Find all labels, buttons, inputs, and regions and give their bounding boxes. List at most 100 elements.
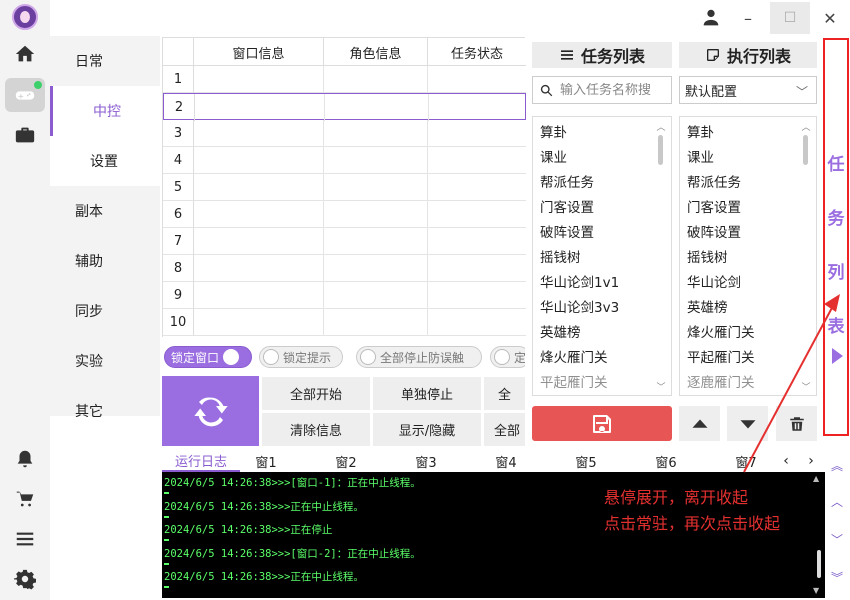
list-item[interactable]: 烽火雁门关 [687,318,755,343]
tab-window-4[interactable]: 窗4 [486,450,526,472]
table-cell[interactable] [194,255,324,282]
exec-list-scrollbar[interactable] [803,135,808,165]
nav-item-central-control[interactable]: 中控 [50,86,160,136]
list-item[interactable]: 算卦 [540,118,567,143]
scroll-up-icon[interactable]: ︿ [830,494,844,509]
briefcase-icon[interactable] [0,118,50,152]
table-cell[interactable] [194,174,324,201]
list-item[interactable]: 破阵设置 [540,218,594,243]
table-row[interactable]: 1 [163,66,526,93]
column-task-status[interactable]: 任务状态 [428,38,526,66]
list-item[interactable]: 课业 [540,143,567,168]
table-cell[interactable] [194,309,324,336]
tab-prev-icon[interactable]: ‹ [777,450,795,472]
list-item[interactable]: 平起雁门关 [687,343,755,368]
table-cell[interactable] [428,228,526,255]
table-cell[interactable] [429,94,527,121]
collapse-up-double-icon[interactable]: ︽ [830,458,844,473]
log-console[interactable]: ▲ ▼ 悬停展开，离开收起 点击常驻，再次点击收起 2024/6/5 14:26… [162,472,825,598]
tab-window-5[interactable]: 窗5 [566,450,606,472]
cart-icon[interactable] [0,482,50,516]
table-cell[interactable] [194,66,324,93]
table-cell[interactable] [324,147,428,174]
delete-button[interactable] [776,406,817,441]
nav-item-other[interactable]: 其它 [75,386,160,436]
table-cell[interactable] [428,255,526,282]
table-cell[interactable] [324,201,428,228]
menu-icon[interactable] [0,522,50,556]
bell-icon[interactable] [0,442,50,476]
table-cell[interactable] [428,66,526,93]
tab-window-6[interactable]: 窗6 [646,450,686,472]
tab-window-3[interactable]: 窗3 [406,450,446,472]
task-list-scroll-up-icon[interactable]: ︿ [656,121,666,133]
table-cell[interactable] [324,255,428,282]
table-row[interactable]: 2 [163,93,527,121]
table-cell[interactable] [194,147,324,174]
table-cell[interactable] [428,309,526,336]
move-down-button[interactable] [727,406,768,441]
toggle-3[interactable]: 全部停止防误触 [356,346,482,368]
list-item[interactable]: 摇钱树 [540,243,581,268]
refresh-button[interactable] [162,376,259,446]
task-list-scrollbar[interactable] [658,135,663,165]
table-cell[interactable] [195,94,325,121]
list-item[interactable]: 华山论剑 [687,268,741,293]
table-cell[interactable] [324,174,428,201]
table-row[interactable]: 9 [163,282,526,309]
console-scroll-up-icon[interactable]: ▲ [813,474,823,484]
console-scroll-down-icon[interactable]: ▼ [813,586,823,596]
tab-window-1[interactable]: 窗1 [246,450,286,472]
table-cell[interactable] [325,94,429,121]
list-item[interactable]: 课业 [687,143,714,168]
exec-list-scroll-up-icon[interactable]: ︿ [801,121,811,133]
toggle-1[interactable]: 锁定窗口 [164,346,252,368]
all-action-button[interactable]: 全 [484,377,525,410]
show-hide-button[interactable]: 显示/隐藏 [373,413,481,446]
collapse-down-double-icon[interactable]: ︾ [830,570,844,585]
table-row[interactable]: 7 [163,228,526,255]
table-cell[interactable] [194,228,324,255]
home-icon[interactable] [0,37,50,71]
stop-single-button[interactable]: 单独停止 [373,377,481,410]
table-row[interactable]: 8 [163,255,526,282]
list-item[interactable]: 算卦 [687,118,714,143]
column-window-info[interactable]: 窗口信息 [194,38,324,66]
list-item[interactable]: 破阵设置 [687,218,741,243]
table-cell[interactable] [428,282,526,309]
config-select[interactable]: 默认配置 ﹀ [679,76,817,104]
exec-list-scroll-down-icon[interactable]: ﹀ [801,381,811,393]
toggle-2[interactable]: 锁定提示 [259,346,343,368]
list-item[interactable]: 摇钱树 [687,243,728,268]
move-up-button[interactable] [679,406,720,441]
expand-arrow-icon[interactable] [832,348,843,364]
nav-item-experiment[interactable]: 实验 [75,336,160,386]
list-item[interactable]: 烽火雁门关 [540,343,608,368]
clear-info-button[interactable]: 清除信息 [262,413,370,446]
nav-item-assist[interactable]: 辅助 [75,236,160,286]
minimize-button[interactable]: – [730,2,766,34]
save-button[interactable] [532,406,672,441]
all-secondary-button[interactable]: 全部 [484,413,525,446]
gear-icon[interactable] [0,562,50,596]
list-item[interactable]: 帮派任务 [687,168,741,193]
table-cell[interactable] [324,309,428,336]
tab-window-7[interactable]: 窗7 [726,450,766,472]
nav-item-settings[interactable]: 设置 [50,136,160,186]
table-cell[interactable] [324,66,428,93]
exec-list[interactable]: ︿ ﹀ 算卦 课业 帮派任务 门客设置 破阵设置 摇钱树 华山论剑 英雄榜 烽火雁门关 平起雁门关… [679,116,817,396]
gamepad-icon[interactable] [5,78,45,112]
console-scrollbar[interactable] [817,550,821,578]
task-list-scroll-down-icon[interactable]: ﹀ [656,381,666,393]
table-row[interactable]: 3 [163,120,526,147]
nav-item-daily[interactable]: 日常 [75,36,160,86]
table-cell[interactable] [428,120,526,147]
table-cell[interactable] [428,174,526,201]
task-list-drawer-tab[interactable]: 任务列表 [823,38,849,436]
user-icon[interactable] [696,2,726,34]
list-item[interactable]: 华山论剑1v1 [540,268,619,293]
task-search-input[interactable] [560,82,666,98]
list-item[interactable]: 帮派任务 [540,168,594,193]
tab-log[interactable]: 运行日志 [162,450,240,472]
table-row[interactable]: 10 [163,309,526,336]
